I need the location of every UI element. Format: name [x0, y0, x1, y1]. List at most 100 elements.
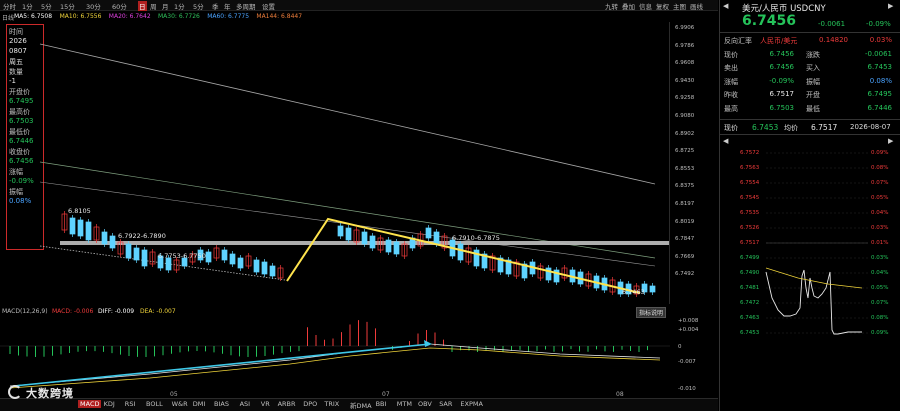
- period-tab-13[interactable]: 多周期: [236, 1, 256, 11]
- quote-value2-5: 6.7446: [867, 103, 893, 112]
- panel-next-icon[interactable]: ▶: [888, 2, 893, 10]
- intraday-price: 6.7453: [752, 123, 779, 132]
- period-tab-7[interactable]: 周: [150, 1, 157, 11]
- macd-chart[interactable]: [0, 316, 670, 390]
- mini-left-tick-10: 6.7472: [740, 300, 760, 306]
- candle-body-8: [125, 243, 132, 259]
- indicator-tab-10[interactable]: DPO: [303, 400, 317, 408]
- period-tab-2[interactable]: 5分: [41, 1, 52, 11]
- chart-toolbar: 分时 1分 5分 15分 30分 60分日周月 1分 5分季年多周期 设置 九转 叠加 信息 复权 主图…: [0, 0, 718, 11]
- mini-prev-icon[interactable]: ◀: [723, 137, 728, 145]
- price-tick-13: 6.7669: [675, 253, 695, 260]
- mini-right-tick-2: 0.07%: [871, 180, 889, 186]
- period-tab-9[interactable]: 1分: [174, 1, 185, 11]
- price-tick-3: 6.9430: [675, 77, 695, 84]
- price-tick-0: 6.9906: [675, 25, 695, 31]
- indicator-tab-3[interactable]: BOLL: [146, 400, 163, 408]
- quote-key2-3: 振幅: [806, 77, 820, 86]
- quote-change: -0.0061: [818, 20, 846, 28]
- mini-left-tick-8: 6.7490: [740, 270, 760, 276]
- price-tick-7: 6.8725: [675, 148, 695, 155]
- price-annotation-3: 6.7910-6.7875: [452, 234, 500, 242]
- period-tab-1[interactable]: 1分: [22, 1, 33, 11]
- candle-body-24: [253, 259, 260, 273]
- chart-tool-1[interactable]: 叠加: [622, 1, 635, 11]
- mini-right-tick-9: 0.05%: [871, 285, 889, 291]
- price-tick-6: 6.8902: [675, 130, 695, 137]
- indicator-tab-13[interactable]: BBI: [376, 400, 387, 408]
- intraday-price-line: [765, 269, 862, 335]
- indicator-tab-7[interactable]: ASI: [240, 400, 251, 408]
- ma-value-5: MA144: 6.8447: [256, 13, 303, 20]
- indicator-tab-9[interactable]: ARBR: [278, 400, 296, 408]
- mini-left-tick-9: 6.7481: [740, 285, 760, 291]
- period-tab-6[interactable]: 日: [138, 1, 147, 11]
- chart-tool-0[interactable]: 九转: [605, 1, 618, 11]
- period-tab-14[interactable]: 设置: [262, 1, 275, 11]
- candle-body-3: [85, 221, 92, 241]
- quote-value-1: 6.7456: [769, 49, 795, 58]
- price-annotation-2: 6.7753-6.7750: [158, 252, 206, 260]
- price-tick-12: 6.7847: [675, 236, 695, 243]
- mini-right-tick-4: 0.04%: [871, 210, 889, 216]
- mini-right-tick-5: 0.03%: [871, 225, 889, 231]
- period-tab-10[interactable]: 5分: [193, 1, 204, 11]
- intraday-avg-line: [765, 267, 863, 289]
- candle-body-9: [133, 247, 140, 261]
- mini-left-tick-6: 6.7517: [740, 240, 760, 246]
- indicator-tab-14[interactable]: MTM: [397, 400, 412, 408]
- quote-key2-2: 买入: [806, 64, 820, 72]
- chart-tool-2[interactable]: 信息: [639, 1, 652, 11]
- period-tab-11[interactable]: 季: [212, 1, 219, 11]
- period-tab-5[interactable]: 60分: [112, 1, 127, 11]
- price-tick-10: 6.8197: [675, 201, 695, 207]
- intraday-price-label: 现价: [724, 124, 738, 132]
- ma-value-4: MA60: 6.7775: [207, 13, 250, 20]
- indicator-tab-17[interactable]: EXPMA: [460, 400, 483, 408]
- indicator-tab-0[interactable]: MACD: [78, 400, 102, 408]
- quote-price: 6.7456: [742, 13, 797, 29]
- period-tab-8[interactable]: 月: [162, 1, 169, 11]
- candle-body-10: [141, 249, 148, 267]
- candle-body-40: [433, 231, 440, 245]
- chart-tool-5[interactable]: 画线: [690, 1, 703, 11]
- macd-tick-3: -0.007: [678, 359, 696, 365]
- candlestick-chart[interactable]: 6.8105 6.7922-6.7890 6.7753-6.7750 6.7910-6…: [0, 22, 670, 304]
- candle-body-21: [229, 253, 236, 265]
- candle-body-34: [385, 239, 392, 253]
- chart-tool-3[interactable]: 复权: [656, 1, 669, 11]
- panel-prev-icon[interactable]: ◀: [723, 2, 728, 10]
- quote-divider-2: [719, 119, 900, 120]
- price-tick-11: 6.8019: [675, 218, 695, 225]
- indicator-tab-4[interactable]: W&R: [172, 400, 188, 408]
- macd-label: MACD(12,26,9): [2, 308, 48, 315]
- quote-key2-4: 开盘: [806, 91, 820, 99]
- candle-body-22: [237, 257, 244, 269]
- indicator-tab-1[interactable]: KDJ: [104, 400, 115, 408]
- quote-key-0: 反向汇率: [724, 37, 752, 45]
- indicator-tab-6[interactable]: BIAS: [214, 400, 229, 408]
- chart-tool-4[interactable]: 主图: [673, 1, 686, 11]
- quote-value2-0: 0.14820: [819, 36, 848, 44]
- mini-next-icon[interactable]: ▶: [888, 137, 893, 145]
- price-tick-8: 6.8553: [675, 165, 695, 172]
- period-tab-12[interactable]: 年: [224, 1, 231, 11]
- candle-body-2: [77, 219, 84, 237]
- period-tab-4[interactable]: 30分: [86, 1, 101, 11]
- candle-body-18: [205, 251, 212, 263]
- indicator-tab-15[interactable]: OBV: [418, 400, 432, 408]
- intraday-date: 2026-08-07: [850, 123, 891, 131]
- indicator-tab-11[interactable]: TRIX: [324, 400, 339, 408]
- indicator-tab-16[interactable]: SAR: [439, 400, 452, 408]
- quote-value-0: 人民币/美元: [760, 37, 798, 45]
- ma-value-3: MA30: 6.7726: [158, 13, 200, 20]
- indicator-tab-2[interactable]: RSI: [125, 400, 136, 408]
- indicator-tab-5[interactable]: DMI: [193, 400, 206, 408]
- period-tab-3[interactable]: 15分: [60, 1, 75, 11]
- period-tab-0[interactable]: 分时: [3, 1, 16, 11]
- ma-line-long-1: [39, 43, 656, 185]
- ma-value-1: MA10: 6.7556: [59, 13, 102, 20]
- quote-value2-4: 6.7495: [867, 90, 893, 98]
- indicator-tab-8[interactable]: VR: [261, 400, 270, 408]
- indicator-tab-12[interactable]: 新DMA: [350, 400, 372, 410]
